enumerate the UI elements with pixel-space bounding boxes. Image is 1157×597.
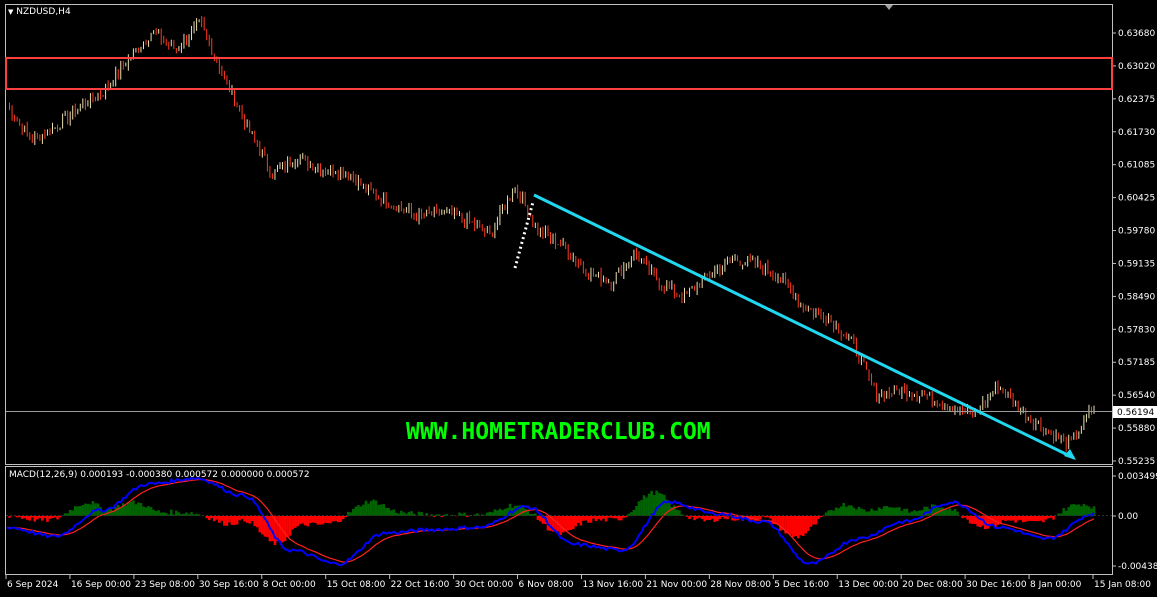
time-axis-label: 30 Sep 16:00 [199,580,259,590]
time-axis-label: 23 Sep 08:00 [135,580,195,590]
dotted-trendline[interactable] [513,201,535,269]
time-axis-label: 28 Nov 08:00 [710,580,771,590]
price-axis-label: 0.63020 [1118,62,1155,72]
price-chart[interactable]: 0.63680 0.63020 0.62375 0.61730 0.61085 0.604… [0,0,1157,597]
time-axis-label: 5 Dec 16:00 [774,580,829,590]
time-axis-label: 16 Sep 00:00 [71,580,131,590]
price-axis: 0.63680 0.63020 0.62375 0.61730 0.61085 0.604… [1112,29,1155,467]
chart-shift-marker[interactable] [885,5,893,10]
macd-header-label: MACD(12,26,9) 0.000193 -0.000380 0.00057… [9,470,310,480]
macd-axis-label: -0.004389 [1118,562,1157,572]
time-axis-label: 21 Nov 00:00 [646,580,707,590]
time-axis-label: 6 Nov 08:00 [519,580,574,590]
time-axis-label: 30 Dec 16:00 [966,580,1027,590]
symbol-label: NZDUSD,H4 [16,7,71,17]
price-axis-label: 0.56540 [1118,391,1155,401]
price-axis-label: 0.57830 [1118,325,1155,335]
macd-axis-label: 0.003499 [1118,472,1157,482]
price-axis-label: 0.55880 [1118,424,1155,434]
time-axis: 6 Sep 2024 16 Sep 00:00 23 Sep 08:00 30 Sep… [5,575,1151,590]
time-axis-label: 8 Oct 00:00 [263,580,316,590]
price-axis-label: 0.62375 [1118,95,1155,105]
time-axis-label: 8 Jan 00:00 [1030,580,1082,590]
price-axis-label: 0.57185 [1118,358,1155,368]
symbol-header[interactable]: ▼ NZDUSD,H4 [8,7,71,17]
time-axis-label: 6 Sep 2024 [7,580,59,590]
time-axis-label: 15 Jan 08:00 [1094,580,1151,590]
macd-header: MACD(12,26,9) 0.000193 -0.000380 0.00057… [9,470,310,480]
time-axis-label: 22 Oct 16:00 [391,580,450,590]
resistance-zone[interactable] [5,57,1113,90]
price-axis-label: 0.58490 [1118,292,1155,302]
price-axis-label: 0.60425 [1118,194,1155,204]
price-axis-label: 0.59135 [1118,259,1155,269]
watermark: WWW.HOMETRADERCLUB.COM [406,419,711,445]
current-price-label: 0.56194 [1117,408,1154,418]
macd-axis-label: 0.00 [1118,512,1138,522]
price-axis-label: 0.61730 [1118,128,1155,138]
macd-axis: 0.003499 0.00 -0.004389 [1112,472,1157,572]
price-axis-label: 0.55235 [1118,457,1155,467]
time-axis-label: 15 Oct 08:00 [327,580,386,590]
price-axis-label: 0.61085 [1118,161,1155,171]
price-axis-label: 0.63680 [1118,29,1155,39]
time-axis-label: 13 Dec 00:00 [838,580,899,590]
time-axis-label: 13 Nov 16:00 [582,580,643,590]
time-axis-label: 20 Dec 08:00 [902,580,963,590]
dropdown-triangle-icon[interactable]: ▼ [8,8,13,16]
price-axis-label: 0.59780 [1118,227,1155,237]
candlestick-series [9,16,1095,452]
time-axis-label: 30 Oct 00:00 [455,580,514,590]
